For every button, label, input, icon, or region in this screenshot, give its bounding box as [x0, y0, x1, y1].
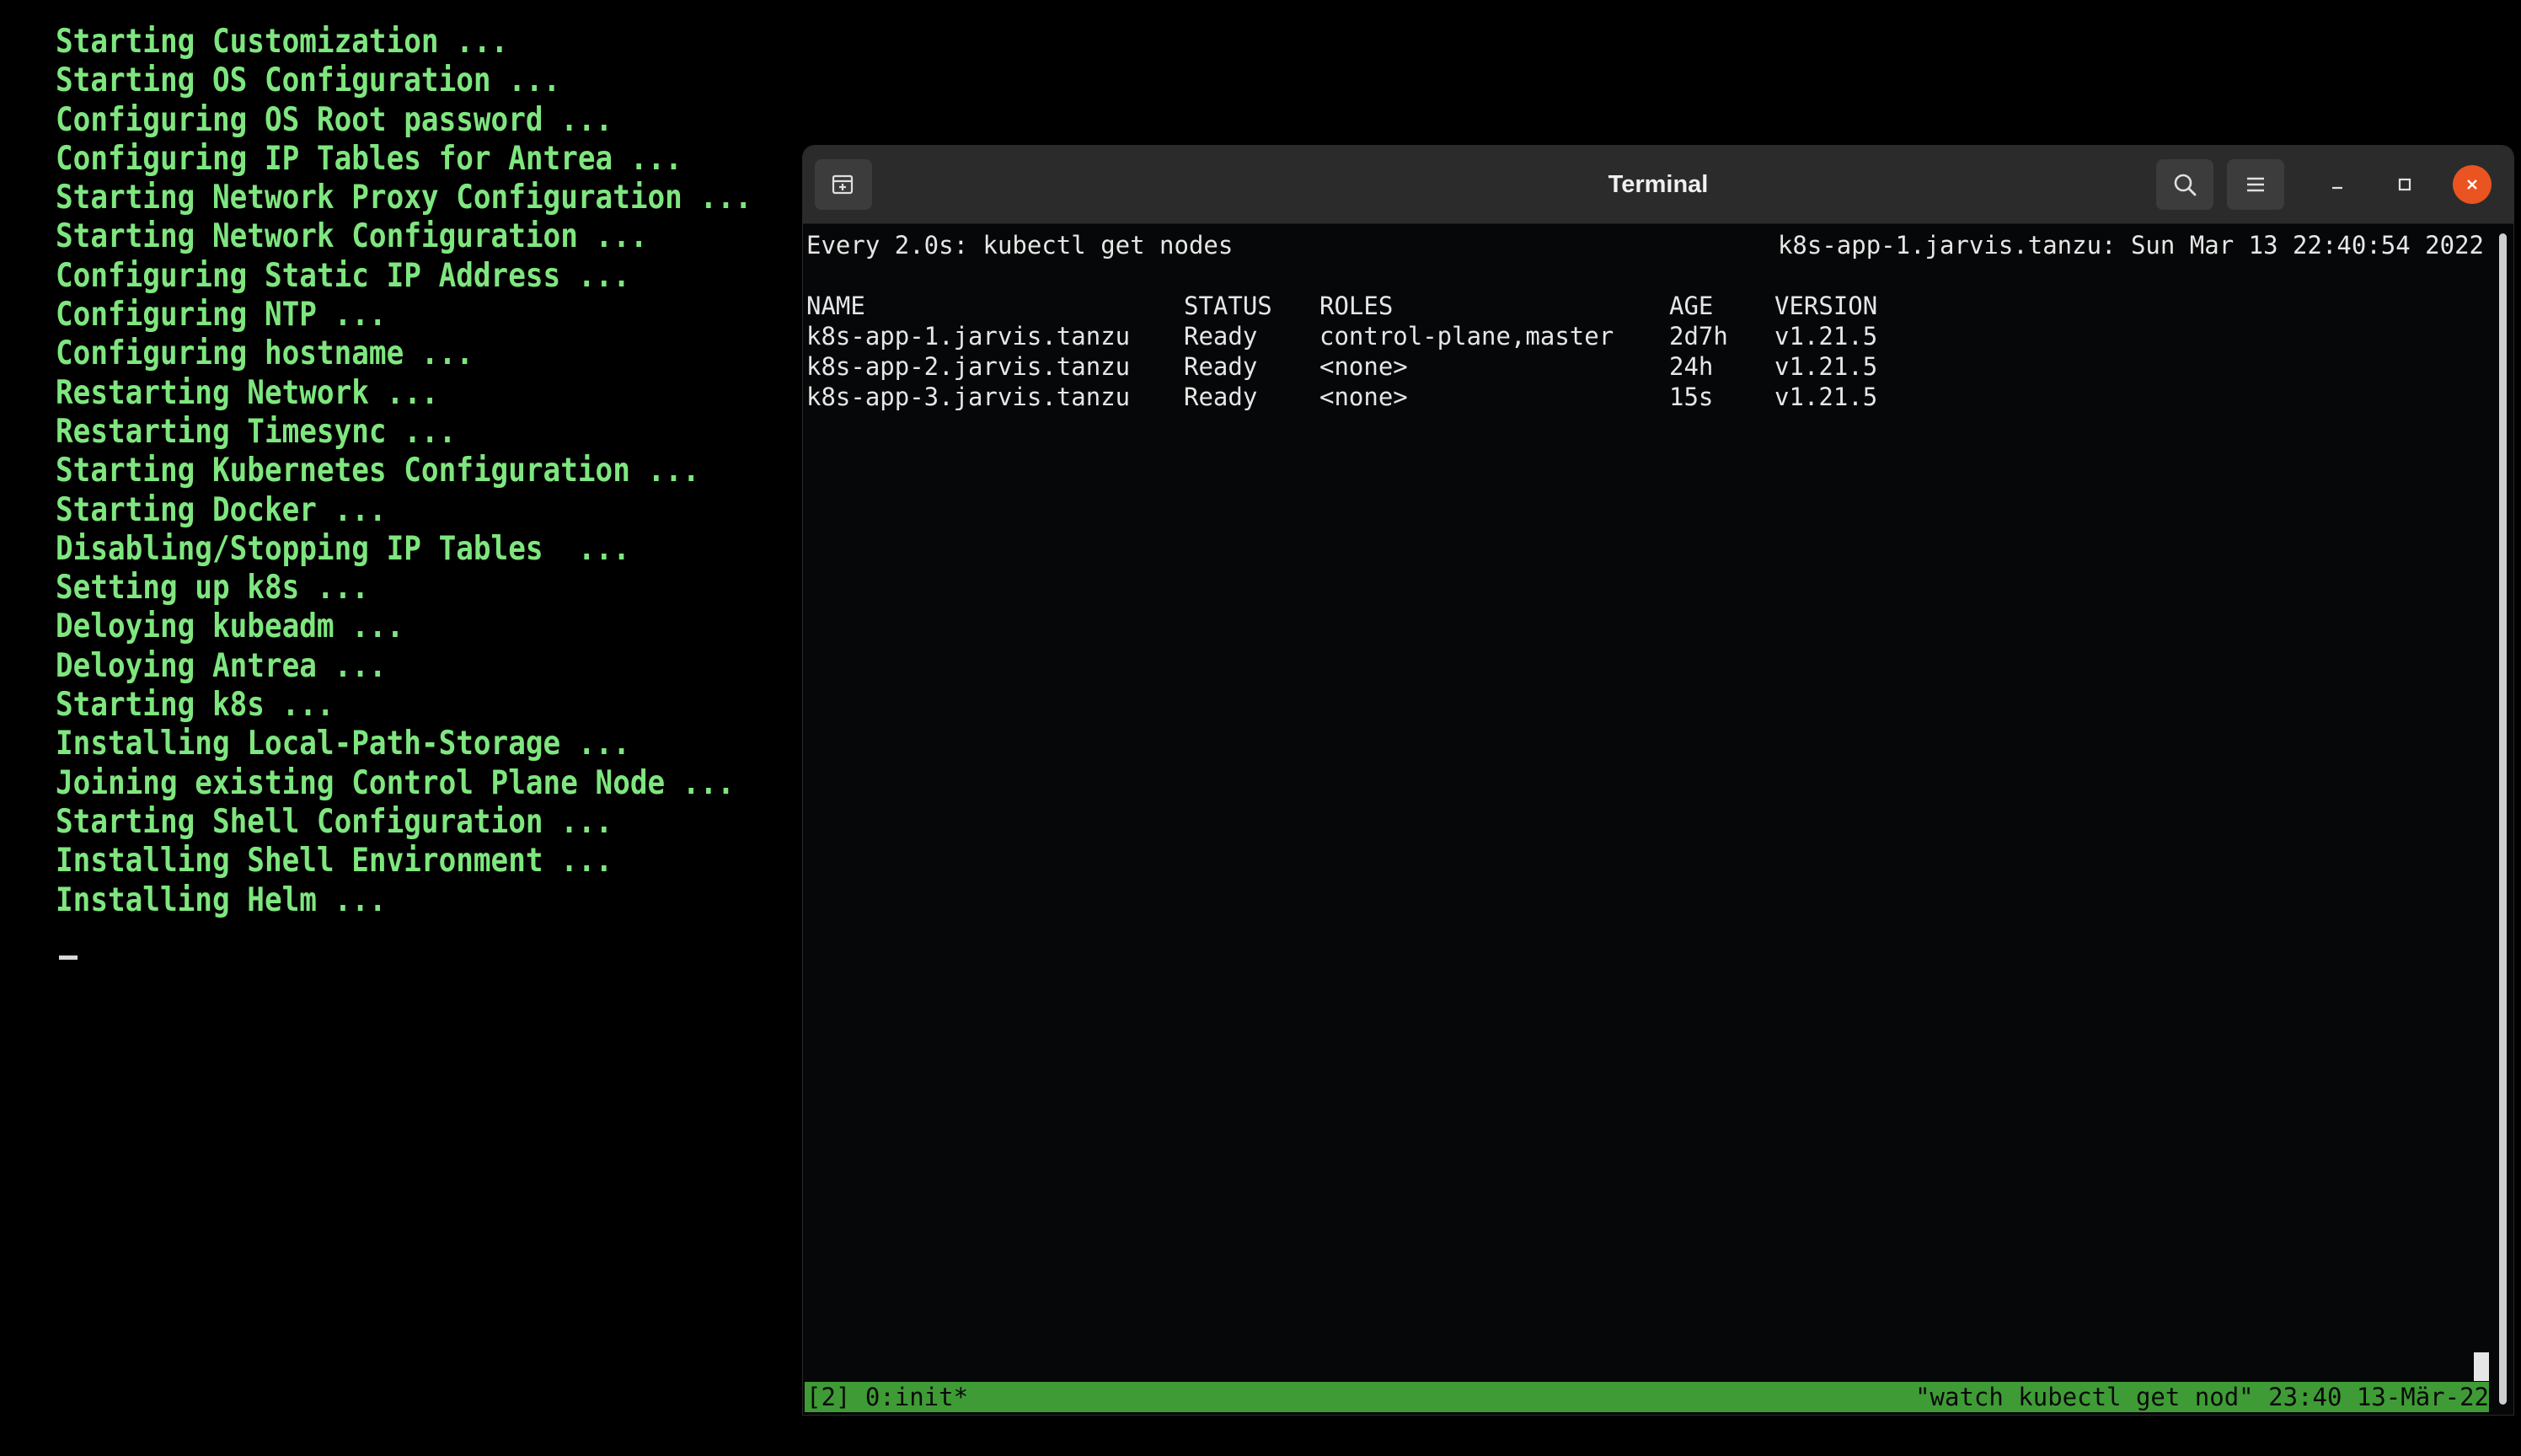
console-line: Configuring OS Root password ... [56, 100, 613, 139]
table-row-version: v1.21.5 [1774, 352, 1878, 381]
table-row-age: 24h [1669, 352, 1714, 381]
console-line: Restarting Timesync ... [56, 412, 457, 451]
table-row-status: Ready [1184, 322, 1258, 351]
table-row-version: v1.21.5 [1774, 322, 1878, 351]
new-tab-icon [832, 174, 854, 195]
console-line: Joining existing Control Plane Node ... [56, 763, 735, 802]
minimize-icon [2332, 186, 2342, 190]
console-line: Installing Helm ... [56, 881, 387, 919]
scrollbar[interactable] [2499, 233, 2507, 1405]
status-right: "watch kubectl get nod" 23:40 13-Mär-22 [1915, 1383, 2489, 1411]
console-line: Configuring hostname ... [56, 335, 474, 373]
watch-command-header: Every 2.0s: kubectl get nodes [806, 231, 1234, 260]
console-line: Starting OS Configuration ... [56, 62, 561, 100]
terminal-window[interactable]: Terminal Every 2.0s: kubectl get nodes k… [803, 146, 2513, 1415]
table-header-version: VERSION [1774, 292, 1878, 320]
table-header-age: AGE [1669, 292, 1714, 320]
watch-host-timestamp: k8s-app-1.jarvis.tanzu: Sun Mar 13 22:40… [1777, 231, 2484, 260]
table-row-roles: <none> [1319, 352, 1408, 381]
search-button[interactable] [2156, 159, 2213, 210]
table-row-roles: control-plane,master [1319, 322, 1614, 351]
table-row-status: Ready [1184, 383, 1258, 411]
table-header-status: STATUS [1184, 292, 1272, 320]
table-row-roles: <none> [1319, 383, 1408, 411]
menu-button[interactable] [2227, 159, 2284, 210]
console-line: Setting up k8s ... [56, 569, 369, 608]
console-line: Starting Customization ... [56, 23, 509, 61]
console-line: Configuring IP Tables for Antrea ... [56, 139, 682, 178]
console-line: Starting Network Proxy Configuration ... [56, 179, 752, 217]
close-button[interactable] [2453, 165, 2492, 204]
hamburger-menu-icon [2247, 177, 2264, 192]
console-log: Starting Customization ... Starting OS C… [56, 23, 797, 920]
maximize-icon [2398, 178, 2411, 191]
terminal-cursor [2474, 1352, 2489, 1381]
new-tab-button[interactable] [815, 159, 872, 210]
console-line: Restarting Network ... [56, 373, 439, 412]
table-row-status: Ready [1184, 352, 1258, 381]
table-header-name: NAME [806, 292, 865, 320]
status-left: [2] 0:init* [806, 1383, 969, 1411]
console-line: Deloying Antrea ... [56, 646, 387, 685]
table-row-version: v1.21.5 [1774, 383, 1878, 411]
console-line: Starting Docker ... [56, 490, 387, 529]
console-line: Starting Kubernetes Configuration ... [56, 452, 700, 490]
table-row-age: 2d7h [1669, 322, 1728, 351]
search-icon [2174, 174, 2197, 196]
table-row-name: k8s-app-2.jarvis.tanzu [806, 352, 1131, 381]
console-line: Starting k8s ... [56, 686, 335, 725]
table-row-name: k8s-app-1.jarvis.tanzu [806, 322, 1131, 351]
console-line: Starting Shell Configuration ... [56, 802, 613, 841]
console-line: Deloying kubeadm ... [56, 608, 404, 646]
title-bar[interactable]: Terminal [803, 146, 2513, 224]
table-row-name: k8s-app-3.jarvis.tanzu [806, 383, 1131, 411]
maximize-button[interactable] [2385, 165, 2424, 204]
console-line: Starting Network Configuration ... [56, 217, 648, 256]
console-line: Installing Local-Path-Storage ... [56, 725, 630, 763]
console-line: Disabling/Stopping IP Tables ... [56, 529, 630, 568]
console-cursor [59, 956, 78, 960]
console-line: Configuring NTP ... [56, 296, 387, 335]
console-line: Configuring Static IP Address ... [56, 256, 630, 295]
close-icon [2467, 179, 2477, 190]
table-header-roles: ROLES [1319, 292, 1394, 320]
minimize-button[interactable] [2318, 165, 2357, 204]
tmux-status-bar: [2] 0:init* "watch kubectl get nod" 23:4… [805, 1382, 2489, 1412]
table-row-age: 15s [1669, 383, 1714, 411]
console-line: Installing Shell Environment ... [56, 842, 613, 881]
